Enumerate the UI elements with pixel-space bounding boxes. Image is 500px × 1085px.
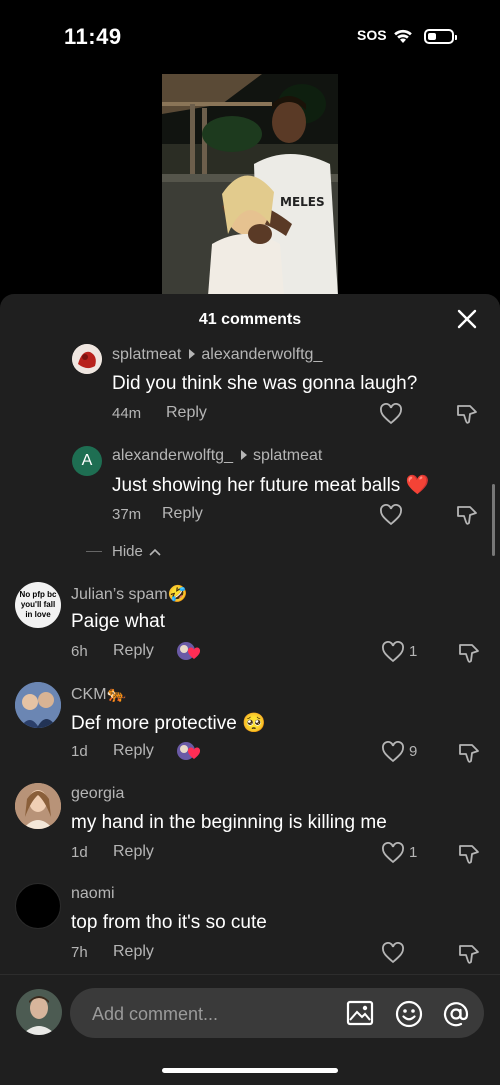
avatar[interactable]: No pfp bc you'll fall in love xyxy=(15,582,61,628)
comment-username[interactable]: georgia xyxy=(71,785,124,803)
video-thumbnail[interactable]: MELES xyxy=(162,74,338,296)
comment-username[interactable]: splatmeat alexanderwolftg_ xyxy=(112,346,322,364)
like-count: 1 xyxy=(409,643,418,660)
username[interactable]: CKM xyxy=(71,686,107,703)
avatar[interactable] xyxy=(15,682,61,728)
comment-input-bar xyxy=(0,974,500,1085)
heart-outline-icon[interactable] xyxy=(381,842,405,864)
status-bar: 11:49 SOS xyxy=(0,0,500,74)
reply-button[interactable]: Reply xyxy=(113,742,154,760)
image-icon[interactable] xyxy=(346,1000,374,1026)
close-icon[interactable] xyxy=(456,308,478,330)
dislike-icon[interactable] xyxy=(457,942,481,966)
heart-outline-icon[interactable] xyxy=(381,741,405,763)
comment-input-pill[interactable] xyxy=(70,988,484,1040)
comment-text: top from tho it's so cute xyxy=(71,912,267,933)
heart-outline-icon[interactable] xyxy=(379,403,403,425)
username[interactable]: georgia xyxy=(71,785,124,802)
comment-time: 6h xyxy=(71,643,88,660)
username[interactable]: Julian’s spam xyxy=(71,586,168,603)
avatar[interactable] xyxy=(15,883,61,929)
comment-username[interactable]: CKM🐅 xyxy=(71,684,126,704)
avatar-text: No pfp bc you'll fall in love xyxy=(19,590,57,619)
sos-indicator: SOS xyxy=(357,27,387,43)
avatar-letter: A xyxy=(81,452,93,469)
comments-sheet: 41 comments splatmeat alexanderwolftg_ Di… xyxy=(0,294,500,1085)
reply-button[interactable]: Reply xyxy=(113,642,154,660)
username-emoji: 🐅 xyxy=(106,686,127,703)
home-indicator xyxy=(162,1068,338,1073)
comment: CKM🐅 Def more protective 🥺 1d Reply 9 xyxy=(0,682,500,778)
reply-button[interactable]: Reply xyxy=(166,404,207,422)
comment-time: 1d xyxy=(71,743,88,760)
reply-arrow-icon xyxy=(240,450,247,460)
username[interactable]: alexanderwolftg_ xyxy=(112,447,233,464)
emoji-icon[interactable] xyxy=(395,1000,423,1028)
comments-count-title: 41 comments xyxy=(198,311,302,328)
dislike-icon[interactable] xyxy=(457,641,481,665)
svg-text:MELES: MELES xyxy=(280,195,325,209)
comment-text-content: Just showing her future meat balls xyxy=(112,475,401,496)
comment-time: 1d xyxy=(71,844,88,861)
comment-username[interactable]: alexanderwolftg_ splatmeat xyxy=(112,447,322,465)
comment-text-content: Def more protective xyxy=(71,713,237,734)
reply-button[interactable]: Reply xyxy=(113,943,154,961)
reply-arrow-icon xyxy=(189,349,196,359)
comment-input[interactable] xyxy=(90,988,334,1040)
reply-button[interactable]: Reply xyxy=(113,843,154,861)
reply-comment: A alexanderwolftg_ splatmeat Just showing… xyxy=(0,442,500,532)
reply-to-username[interactable]: alexanderwolftg_ xyxy=(201,346,322,363)
comment-text: Paige what xyxy=(71,611,166,632)
avatar[interactable] xyxy=(72,344,102,374)
creator-liked-icon xyxy=(177,742,201,760)
comment-time: 44m xyxy=(112,405,142,422)
like-count: 9 xyxy=(409,743,418,760)
like-count: 1 xyxy=(409,844,418,861)
comment: No pfp bc you'll fall in love Julian’s s… xyxy=(0,582,500,678)
username[interactable]: naomi xyxy=(71,885,115,902)
battery-icon xyxy=(424,29,457,44)
heart-outline-icon[interactable] xyxy=(381,942,405,964)
comment-text: Just showing her future meat balls ❤️ xyxy=(112,473,429,497)
creator-liked-icon xyxy=(177,642,201,660)
comment: naomi top from tho it's so cute 7h Reply xyxy=(0,883,500,973)
divider xyxy=(86,551,102,552)
hide-text[interactable]: Hide xyxy=(112,543,143,560)
reply-to-username[interactable]: splatmeat xyxy=(253,447,322,464)
avatar[interactable] xyxy=(15,783,61,829)
heart-emoji: ❤️ xyxy=(405,475,430,496)
wifi-icon xyxy=(394,29,412,43)
comment-text: Did you think she was gonna laugh? xyxy=(112,373,418,394)
dislike-icon[interactable] xyxy=(457,842,481,866)
comment-text: Def more protective 🥺 xyxy=(71,711,266,735)
comment-time: 37m xyxy=(112,506,142,523)
comment-text: my hand in the beginning is killing me xyxy=(71,812,387,833)
heart-outline-icon[interactable] xyxy=(381,641,405,663)
comment-time: 7h xyxy=(71,944,88,961)
hide-label[interactable]: Hide xyxy=(112,543,161,560)
comment-username[interactable]: Julian’s spam🤣 xyxy=(71,584,188,604)
mention-icon[interactable] xyxy=(442,1000,470,1028)
dislike-icon[interactable] xyxy=(455,402,479,426)
avatar[interactable]: A xyxy=(72,446,102,476)
current-user-avatar[interactable] xyxy=(16,989,62,1035)
reply-comment: splatmeat alexanderwolftg_ Did you think … xyxy=(0,342,500,432)
comment: georgia my hand in the beginning is kill… xyxy=(0,783,500,879)
status-time: 11:49 xyxy=(64,24,122,49)
dislike-icon[interactable] xyxy=(457,741,481,765)
dislike-icon[interactable] xyxy=(455,503,479,527)
username-emoji: 🤣 xyxy=(167,586,188,603)
pleading-emoji: 🥺 xyxy=(242,713,266,734)
username[interactable]: splatmeat xyxy=(112,346,181,363)
reply-button[interactable]: Reply xyxy=(162,505,203,523)
comment-username[interactable]: naomi xyxy=(71,885,115,903)
heart-outline-icon[interactable] xyxy=(379,504,403,526)
chevron-up-icon xyxy=(149,548,161,556)
